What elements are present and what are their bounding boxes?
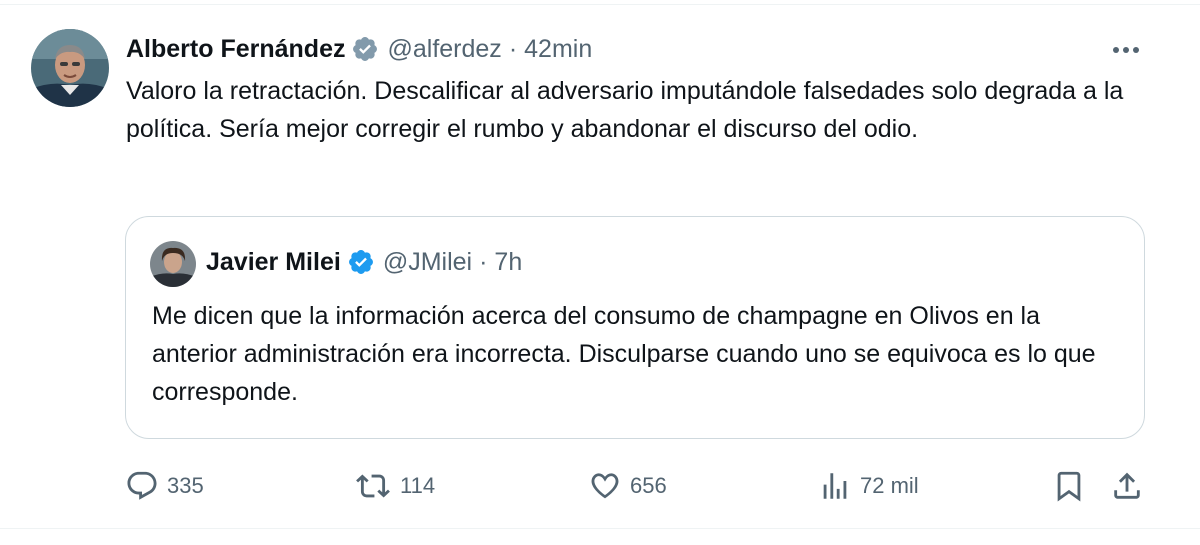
divider-bottom (0, 528, 1200, 529)
views-chart-icon (823, 473, 847, 499)
retweet-button[interactable]: 114 (354, 466, 435, 506)
action-bar: 335 114 656 72 mil (0, 466, 1200, 506)
verified-badge-icon (347, 248, 375, 276)
heart-icon (591, 473, 619, 499)
quoted-timestamp[interactable]: 7h (494, 248, 522, 277)
quoted-tweet[interactable]: Javier Milei @JMilei · 7h Me dicen que l… (125, 216, 1145, 439)
bookmark-icon (1057, 471, 1081, 502)
more-horizontal-icon (1113, 47, 1139, 53)
tweet-header: Alberto Fernández @alferdez · 42min (126, 31, 592, 67)
more-options-button[interactable] (1108, 38, 1144, 62)
timestamp[interactable]: 42min (524, 35, 592, 64)
quoted-tweet-text: Me dicen que la información acerca del c… (152, 302, 1096, 406)
tweet-text: Valoro la retractación. Descalificar al … (126, 77, 1124, 143)
quoted-avatar[interactable] (150, 241, 196, 287)
author-handle[interactable]: @alferdez (387, 35, 501, 64)
quoted-author-handle[interactable]: @JMilei (383, 248, 472, 277)
share-icon (1114, 472, 1140, 499)
retweet-icon (356, 474, 390, 498)
author-name[interactable]: Alberto Fernández (126, 35, 345, 64)
bookmark-button[interactable] (1052, 466, 1086, 506)
tweet-card[interactable]: Alberto Fernández @alferdez · 42min Valo… (0, 0, 1200, 545)
divider-top (0, 4, 1200, 5)
retweet-count: 114 (400, 473, 436, 498)
separator-dot: · (508, 34, 518, 63)
views-button[interactable]: 72 mil (818, 466, 919, 506)
reply-button[interactable]: 335 (125, 466, 204, 506)
views-count: 72 mil (860, 473, 919, 498)
like-count: 656 (630, 473, 667, 498)
avatar[interactable] (31, 29, 109, 107)
share-button[interactable] (1110, 466, 1144, 506)
quoted-header: Javier Milei @JMilei · 7h (206, 245, 522, 279)
reply-count: 335 (167, 473, 204, 498)
verified-badge-icon (351, 35, 379, 63)
separator-dot: · (479, 247, 488, 276)
quoted-author-name[interactable]: Javier Milei (206, 248, 341, 277)
reply-icon (127, 471, 157, 500)
like-button[interactable]: 656 (588, 466, 667, 506)
